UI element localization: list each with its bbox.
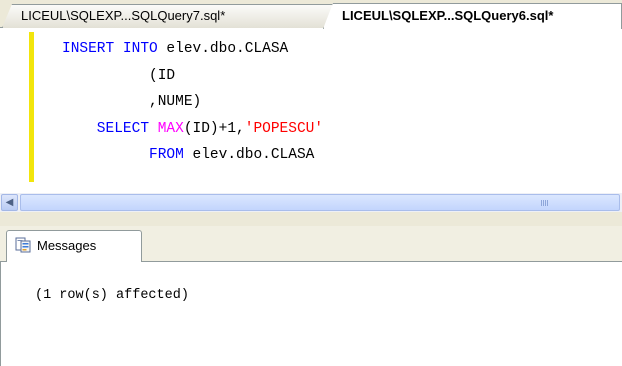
code-line: FROM elev.dbo.CLASA (62, 142, 323, 169)
sql-function: MAX (157, 120, 184, 137)
tab-messages[interactable]: Messages (6, 230, 142, 262)
messages-panel: (1 row(s) affected) (0, 262, 622, 366)
scroll-left-arrow-icon[interactable]: ◀ (1, 194, 18, 211)
code-line: ,NUME) (62, 89, 323, 116)
code-line: INSERT INTO elev.dbo.CLASA (62, 36, 323, 63)
editor-margin (0, 28, 32, 192)
query-text[interactable]: INSERT INTO elev.dbo.CLASA (ID ,NUME) SE… (62, 36, 323, 169)
sql-text: (ID (62, 67, 176, 84)
sql-text: elev.dbo.CLASA (192, 147, 315, 163)
sql-text: elev.dbo.CLASA (166, 41, 289, 57)
scrollbar-thumb[interactable] (20, 194, 620, 211)
sql-text: ,NUME) (62, 94, 202, 110)
query-editor[interactable]: INSERT INTO elev.dbo.CLASA (ID ,NUME) SE… (0, 28, 622, 192)
scrollbar-grip-icon (541, 200, 549, 206)
sql-string: 'POPESCU' (244, 120, 324, 137)
sql-text: (ID)+1, (183, 120, 245, 137)
change-tracking-bar (29, 32, 34, 182)
results-tab-strip: Messages (0, 226, 622, 262)
code-line: SELECT MAX(ID)+1,'POPESCU' (62, 116, 323, 143)
sql-keyword: INSERT INTO (62, 41, 167, 57)
horizontal-scrollbar[interactable]: ◀ (0, 193, 622, 212)
messages-icon (15, 237, 31, 253)
tab-sqlquery7[interactable]: LICEUL\SQLEXP...SQLQuery7.sql* (2, 4, 333, 28)
result-message: (1 row(s) affected) (35, 288, 189, 303)
code-line: (ID (62, 63, 323, 90)
tab-sqlquery6[interactable]: LICEUL\SQLEXP...SQLQuery6.sql* (323, 3, 622, 29)
pane-splitter[interactable] (0, 212, 622, 226)
document-tab-strip: LICEUL\SQLEXP...SQLQuery7.sql* LICEUL\SQ… (0, 0, 622, 29)
messages-tab-label: Messages (37, 238, 97, 253)
sql-keyword: FROM (62, 147, 193, 163)
sql-keyword: SELECT (62, 120, 158, 137)
